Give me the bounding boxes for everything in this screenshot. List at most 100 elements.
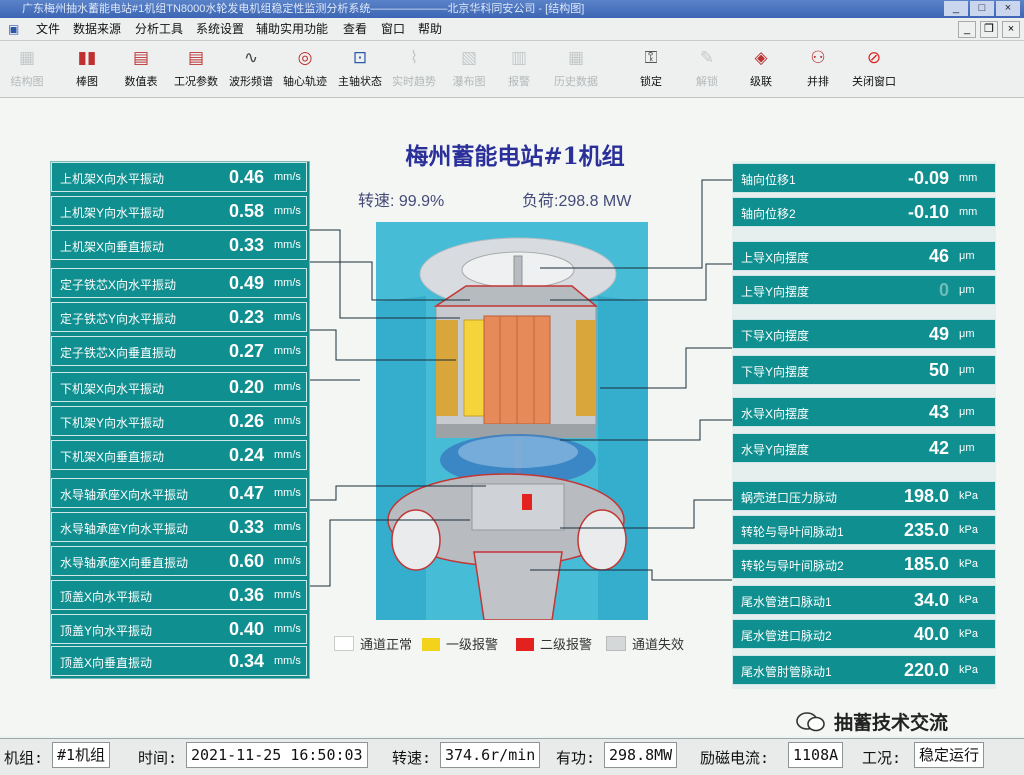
sensor-value: 0.40 (228, 619, 264, 639)
menu-view[interactable]: 查看 (343, 18, 367, 40)
sensor-row[interactable]: 转轮与导叶间脉动1 235.0 kPa (732, 515, 996, 545)
toolbar-bar-chart-button[interactable]: ▮▮ 棒图 (64, 47, 110, 95)
sensor-label: 水导轴承座X向垂直振动 (60, 556, 189, 570)
legend-swatch (606, 636, 626, 651)
sensor-row[interactable]: 轴向位移2 -0.10 mm (732, 197, 996, 227)
waterfall-icon: ▧ (460, 48, 478, 67)
sensor-label: 水导轴承座Y向水平振动 (60, 522, 189, 536)
toolbar-shaft-button[interactable]: ⊡ 主轴状态 (334, 47, 386, 95)
sensor-row[interactable]: 水导轴承座Y向水平振动 0.33 mm/s (51, 512, 307, 542)
menu-data-source[interactable]: 数据来源 (73, 18, 121, 40)
sensor-row[interactable]: 转轮与导叶间脉动2 185.0 kPa (732, 549, 996, 579)
sensor-value: 40.0 (913, 624, 949, 644)
status-power-value: 298.8MW (604, 742, 678, 768)
menu-help[interactable]: 帮助 (418, 18, 442, 40)
toolbar-structure-button[interactable]: ▦ 结构图 (4, 47, 50, 95)
sensor-label: 轴向位移1 (741, 173, 796, 187)
menu-analysis-tools[interactable]: 分析工具 (135, 18, 183, 40)
toolbar-lock-button[interactable]: ⚿ 锁定 (630, 47, 672, 95)
sensor-row[interactable]: 轴向位移1 -0.09 mm (732, 163, 996, 193)
sensor-value: 43 (928, 402, 949, 422)
sensor-value: -0.10 (907, 202, 949, 222)
legend-level1-alarm: 一级报警 (422, 634, 498, 653)
generator-unit-diagram (376, 222, 648, 620)
sensor-row[interactable]: 定子铁芯X向垂直振动 0.27 mm/s (51, 336, 307, 366)
sensor-row[interactable]: 定子铁芯X向水平振动 0.49 mm/s (51, 268, 307, 298)
sensor-row[interactable]: 定子铁芯Y向水平振动 0.23 mm/s (51, 302, 307, 332)
toolbar-waveform-button[interactable]: ∿ 波形频谱 (225, 47, 277, 95)
sensor-row[interactable]: 上机架Y向水平振动 0.58 mm/s (51, 196, 307, 226)
toolbar-table-button[interactable]: ▤ 数值表 (117, 47, 165, 95)
sensor-row[interactable]: 顶盖X向垂直振动 0.34 mm/s (51, 646, 307, 676)
sensor-unit: mm/s (274, 449, 301, 461)
toolbar-trend-button[interactable]: ⌇ 实时趋势 (388, 47, 440, 95)
sensor-label: 蜗壳进口压力脉动 (741, 491, 838, 505)
sensor-label: 尾水管肘管脉动1 (741, 665, 832, 679)
mdi-controls: _ ❐ × (958, 21, 1020, 38)
menu-system-settings[interactable]: 系统设置 (196, 18, 244, 40)
toolbar-unlock-button[interactable]: ✎ 解锁 (686, 47, 728, 95)
sensor-unit: μm (959, 250, 975, 262)
window-controls: _ □ × (944, 1, 1020, 16)
toolbar-params-button[interactable]: ▤ 工况参数 (170, 47, 222, 95)
structure-icon: ▦ (18, 48, 36, 67)
sensor-row[interactable]: 顶盖Y向水平振动 0.40 mm/s (51, 614, 307, 644)
sensor-unit: mm/s (274, 521, 301, 533)
sensor-label: 转轮与导叶间脉动1 (741, 525, 844, 539)
sensor-row[interactable]: 水导X向摆度 43 μm (732, 397, 996, 427)
menu-window[interactable]: 窗口 (381, 18, 405, 40)
sensor-unit: kPa (959, 524, 978, 536)
sensor-label: 上导X向摆度 (741, 251, 810, 265)
sensor-value: 42 (928, 438, 949, 458)
bar-chart-icon: ▮▮ (77, 48, 97, 67)
toolbar-tile-button[interactable]: ⚇ 并排 (797, 47, 839, 95)
menu-utilities[interactable]: 辅助实用功能 (256, 18, 328, 40)
unlock-icon: ✎ (699, 48, 715, 67)
maximize-button[interactable]: □ (970, 1, 994, 16)
toolbar-waterfall-button[interactable]: ▧ 瀑布图 (443, 47, 495, 95)
mdi-restore-button[interactable]: ❐ (980, 21, 998, 38)
sensor-row[interactable]: 顶盖X向水平振动 0.36 mm/s (51, 580, 307, 610)
left-sensor-panel: 上机架X向水平振动 0.46 mm/s 上机架Y向水平振动 0.58 mm/s … (50, 161, 310, 679)
sensor-row[interactable]: 上导Y向摆度 0 μm (732, 275, 996, 305)
sensor-value: 0 (938, 280, 949, 300)
sensor-row[interactable]: 尾水管进口脉动1 34.0 kPa (732, 585, 996, 615)
sensor-row[interactable]: 蜗壳进口压力脉动 198.0 kPa (732, 481, 996, 511)
sensor-row[interactable]: 下导X向摆度 49 μm (732, 319, 996, 349)
toolbar-orbit-button[interactable]: ◎ 轴心轨迹 (279, 47, 331, 95)
sensor-row[interactable]: 下机架X向垂直振动 0.24 mm/s (51, 440, 307, 470)
legend-swatch (334, 636, 354, 651)
sensor-label: 轴向位移2 (741, 207, 796, 221)
sensor-row[interactable]: 水导轴承座X向垂直振动 0.60 mm/s (51, 546, 307, 576)
sensor-row[interactable]: 水导轴承座X向水平振动 0.47 mm/s (51, 478, 307, 508)
legend-normal: 通道正常 (334, 634, 412, 653)
status-unit-label: 机组: (4, 749, 44, 767)
sensor-row[interactable]: 尾水管进口脉动2 40.0 kPa (732, 619, 996, 649)
sensor-label: 水导轴承座X向水平振动 (60, 488, 189, 502)
toolbar-alarm-button[interactable]: ▥ 报警 (499, 47, 539, 95)
sensor-row[interactable]: 水导Y向摆度 42 μm (732, 433, 996, 463)
sensor-value: 0.33 (228, 235, 264, 255)
sensor-value: 235.0 (903, 520, 949, 540)
sensor-row[interactable]: 尾水管肘管脉动1 220.0 kPa (732, 655, 996, 685)
toolbar-history-button[interactable]: ▦ 历史数据 (548, 47, 604, 95)
sensor-unit: mm (959, 206, 978, 218)
sensor-row[interactable]: 上机架X向垂直振动 0.33 mm/s (51, 230, 307, 260)
close-button[interactable]: × (996, 1, 1020, 16)
sensor-row[interactable]: 下机架Y向水平振动 0.26 mm/s (51, 406, 307, 436)
mdi-close-button[interactable]: × (1002, 21, 1020, 38)
sensor-unit: mm/s (274, 171, 301, 183)
sensor-row[interactable]: 上机架X向水平振动 0.46 mm/s (51, 162, 307, 192)
sensor-unit: μm (959, 406, 975, 418)
toolbar-close-window-button[interactable]: ⊘ 关闭窗口 (846, 47, 902, 95)
tile-icon: ⚇ (810, 48, 826, 67)
toolbar-cascade-button[interactable]: ◈ 级联 (740, 47, 782, 95)
menu-file[interactable]: 文件 (36, 18, 60, 40)
minimize-button[interactable]: _ (944, 1, 968, 16)
mdi-minimize-button[interactable]: _ (958, 21, 976, 38)
sensor-row[interactable]: 下导Y向摆度 50 μm (732, 355, 996, 385)
sensor-row[interactable]: 下机架X向水平振动 0.20 mm/s (51, 372, 307, 402)
sensor-unit: mm/s (274, 345, 301, 357)
sensor-row[interactable]: 上导X向摆度 46 μm (732, 241, 996, 271)
sensor-unit: kPa (959, 664, 978, 676)
